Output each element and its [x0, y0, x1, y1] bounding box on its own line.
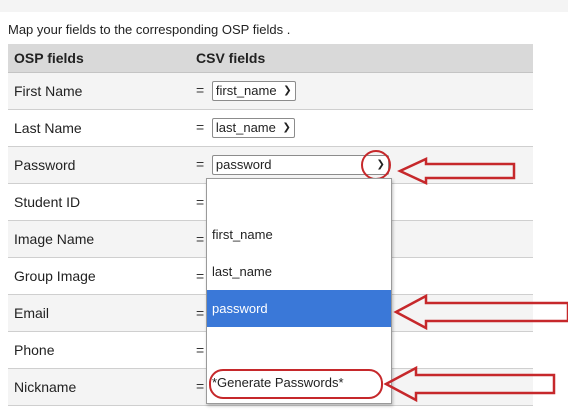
- highlight-circle: [360, 150, 391, 180]
- top-band: [0, 0, 568, 12]
- field-label: Password: [8, 146, 190, 184]
- highlight-circle: [209, 369, 383, 399]
- dropdown-option-empty-2[interactable]: [207, 327, 391, 364]
- dropdown-option-password[interactable]: password: [207, 290, 391, 327]
- table-row: Last Name = last_name ❯: [8, 109, 533, 147]
- field-label: Group Image: [8, 257, 190, 295]
- field-label: Email: [8, 294, 190, 332]
- field-label: Last Name: [8, 109, 190, 147]
- field-label: Student ID: [8, 183, 190, 221]
- csv-field-select-last-name[interactable]: last_name ❯: [211, 118, 295, 138]
- dropdown-option-generate-passwords[interactable]: *Generate Passwords*: [207, 364, 391, 401]
- equals-sign: =: [196, 118, 205, 135]
- chevron-down-icon[interactable]: ❯: [360, 150, 391, 180]
- osp-fields-header: OSP fields: [8, 44, 190, 73]
- csv-field-select-password[interactable]: password ❯: [211, 150, 391, 180]
- csv-field-select-first-name[interactable]: first_name ❯: [211, 81, 296, 101]
- intro-text: Map your fields to the corresponding OSP…: [8, 22, 291, 37]
- header-row: OSP fields CSV fields: [8, 44, 533, 73]
- dropdown-option-last-name[interactable]: last_name: [207, 253, 391, 290]
- dropdown-option-empty[interactable]: [207, 179, 391, 216]
- dropdown-option-first-name[interactable]: first_name: [207, 216, 391, 253]
- chevron-down-icon: ❯: [283, 85, 292, 96]
- table-row: First Name = first_name ❯: [8, 72, 533, 110]
- csv-field-dropdown-list: first_name last_name password *Generate …: [206, 178, 392, 404]
- chevron-down-icon: ❯: [282, 122, 291, 133]
- field-label: Image Name: [8, 220, 190, 258]
- field-label: Phone: [8, 331, 190, 369]
- equals-sign: =: [196, 155, 205, 172]
- field-label: Nickname: [8, 368, 190, 406]
- csv-fields-header: CSV fields: [190, 44, 533, 73]
- equals-sign: =: [196, 81, 205, 98]
- field-label: First Name: [8, 72, 190, 110]
